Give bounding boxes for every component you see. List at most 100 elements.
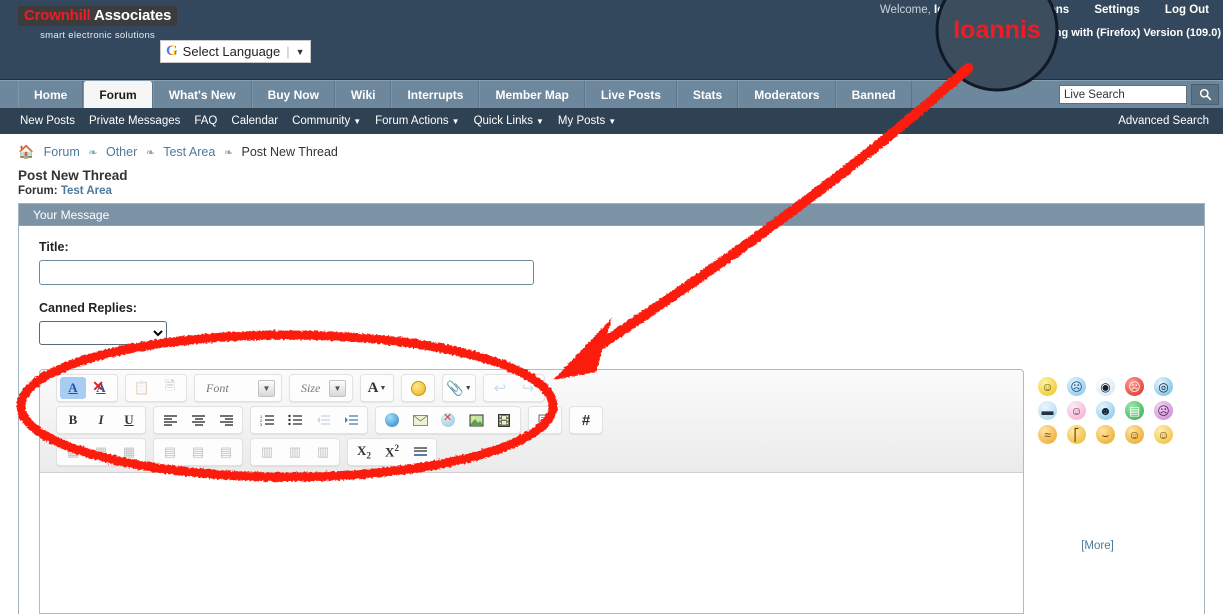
insert-row-before-icon[interactable]: ▥ (254, 441, 280, 463)
smilie-panel: ☺ ☹ ◉ ☹ ◎ ▬ ☺ ☻ ▤ ☹ ≈ ⎡ ⌣ ☺ ☺ [More] (1024, 369, 1179, 614)
smilie-happy[interactable]: ☺ (1154, 425, 1173, 444)
subnav-private-messages[interactable]: Private Messages (89, 115, 180, 127)
unordered-list-icon[interactable] (282, 409, 308, 431)
indent-icon[interactable] (338, 409, 364, 431)
underline-icon[interactable]: U (116, 409, 142, 431)
quote-icon[interactable] (532, 409, 558, 431)
subscript-icon[interactable]: X2 (351, 441, 377, 463)
delete-table-icon[interactable]: ▦ (116, 441, 142, 463)
undo-icon[interactable]: ↩ (487, 377, 513, 399)
nav-left-spacer (0, 81, 18, 108)
insert-email-icon[interactable] (407, 409, 433, 431)
nav-tab-member-map[interactable]: Member Map (479, 81, 585, 108)
smilie-rolleyes[interactable]: ◎ (1154, 377, 1173, 396)
advanced-search-link[interactable]: Advanced Search (1118, 115, 1209, 127)
title-label: Title: (39, 240, 69, 254)
wysiwyg-toggle-icon[interactable]: A (60, 377, 86, 399)
nav-tab-home[interactable]: Home (18, 81, 84, 108)
delete-row-icon[interactable]: ▥ (310, 441, 336, 463)
align-center-icon[interactable] (185, 409, 211, 431)
nav-tab-moderators[interactable]: Moderators (738, 81, 836, 108)
search-input[interactable] (1059, 85, 1187, 104)
site-logo[interactable]: Crownhill Associates smart electronic so… (18, 6, 178, 41)
subnav-calendar[interactable]: Calendar (231, 115, 278, 127)
subnav-quick-links[interactable]: Quick Links ▼ (474, 115, 544, 127)
smilie-wink[interactable]: ☻ (1096, 401, 1115, 420)
breadcrumb-forum[interactable]: Forum (44, 145, 80, 159)
subnav-community[interactable]: Community ▼ (292, 115, 361, 127)
logout-link[interactable]: Log Out (1165, 4, 1209, 16)
nav-tab-whats-new[interactable]: What's New (152, 81, 252, 108)
breadcrumb-other[interactable]: Other (106, 145, 137, 159)
insert-table-icon[interactable]: ▦ (60, 441, 86, 463)
smilie-mad[interactable]: ☹ (1125, 377, 1144, 396)
redo-icon[interactable]: ↪ (515, 377, 541, 399)
smilie-eek[interactable]: ◉ (1096, 377, 1115, 396)
paste-icon[interactable]: 📋 (129, 377, 155, 399)
italic-icon[interactable]: I (88, 409, 114, 431)
smilie-wink2[interactable]: ≈ (1038, 425, 1057, 444)
main-nav: Home Forum What's New Buy Now Wiki Inter… (0, 80, 1223, 108)
insert-column-after-icon[interactable]: ▤ (185, 441, 211, 463)
chevron-down-icon[interactable]: ▼ (296, 47, 305, 57)
code-icon[interactable]: # (573, 409, 599, 431)
font-size-select[interactable]: Size ▼ (293, 377, 349, 399)
forum-name-link[interactable]: Test Area (61, 185, 112, 197)
align-left-icon[interactable] (157, 409, 183, 431)
nav-tab-banned[interactable]: Banned (835, 81, 912, 108)
toolbar-group-script: X2 X2 (347, 438, 437, 466)
smilie-confused[interactable]: ☹ (1067, 377, 1086, 396)
text-color-icon[interactable]: A ▼ (364, 377, 390, 399)
subnav-faq[interactable]: FAQ (194, 115, 217, 127)
breadcrumb-current: Post New Thread (241, 145, 338, 159)
smilie-frown[interactable]: ☹ (1154, 401, 1173, 420)
table-properties-icon[interactable]: ▦ (88, 441, 114, 463)
align-right-icon[interactable] (213, 409, 239, 431)
nav-tab-forum[interactable]: Forum (83, 81, 153, 108)
canned-replies-select[interactable] (39, 321, 167, 345)
smilie-grin[interactable]: ⎡ (1067, 425, 1086, 444)
home-icon[interactable]: 🏠 (18, 144, 34, 159)
superscript-icon[interactable]: X2 (379, 441, 405, 463)
subnav-my-posts[interactable]: My Posts ▼ (558, 115, 616, 127)
notifications-link[interactable]: Notifications (1000, 4, 1070, 16)
font-family-select[interactable]: Font ▼ (198, 377, 278, 399)
smilies-icon[interactable] (405, 377, 431, 399)
ordered-list-icon[interactable]: 123 (254, 409, 280, 431)
breadcrumb-test-area[interactable]: Test Area (163, 145, 215, 159)
smilie-cool[interactable]: ▬ (1038, 401, 1057, 420)
settings-link[interactable]: Settings (1094, 4, 1139, 16)
attachment-icon[interactable]: 📎 ▼ (446, 377, 472, 399)
bold-icon[interactable]: B (60, 409, 86, 431)
subnav-new-posts[interactable]: New Posts (20, 115, 75, 127)
smilie-sad[interactable]: ⌣ (1096, 425, 1115, 444)
breadcrumb-separator: ❧ (223, 147, 234, 159)
smilie-redface[interactable]: ☺ (1067, 401, 1086, 420)
insert-column-before-icon[interactable]: ▤ (157, 441, 183, 463)
more-smilies-link[interactable]: [More] (1038, 540, 1179, 552)
nav-tab-stats[interactable]: Stats (676, 81, 739, 108)
remove-format-icon[interactable]: A ✕ (88, 377, 114, 399)
smilie-tongue[interactable]: ☺ (1125, 425, 1144, 444)
outdent-icon[interactable] (310, 409, 336, 431)
insert-image-icon[interactable] (463, 409, 489, 431)
nav-tab-interrupts[interactable]: Interrupts (391, 81, 480, 108)
panel-title: Your Message (19, 204, 1204, 226)
smilie-smile[interactable]: ☺ (1038, 377, 1057, 396)
horizontal-rule-icon[interactable] (407, 441, 433, 463)
google-translate-widget[interactable]: G Select Language | ▼ (160, 40, 311, 63)
nav-tab-wiki[interactable]: Wiki (334, 81, 392, 108)
subnav-forum-actions[interactable]: Forum Actions ▼ (375, 115, 459, 127)
message-textarea[interactable] (40, 472, 1023, 613)
smilie-biggrin[interactable]: ▤ (1125, 401, 1144, 420)
nav-tab-buy-now[interactable]: Buy Now (251, 81, 335, 108)
paste-from-word-icon[interactable]: 🗎 (157, 377, 183, 399)
insert-row-after-icon[interactable]: ▥ (282, 441, 308, 463)
insert-link-icon[interactable] (379, 409, 405, 431)
nav-tab-live-posts[interactable]: Live Posts (584, 81, 677, 108)
search-button[interactable] (1191, 84, 1219, 105)
remove-link-icon[interactable]: ✕ (435, 409, 461, 431)
insert-video-icon[interactable] (491, 409, 517, 431)
title-input[interactable] (39, 260, 534, 285)
delete-column-icon[interactable]: ▤ (213, 441, 239, 463)
